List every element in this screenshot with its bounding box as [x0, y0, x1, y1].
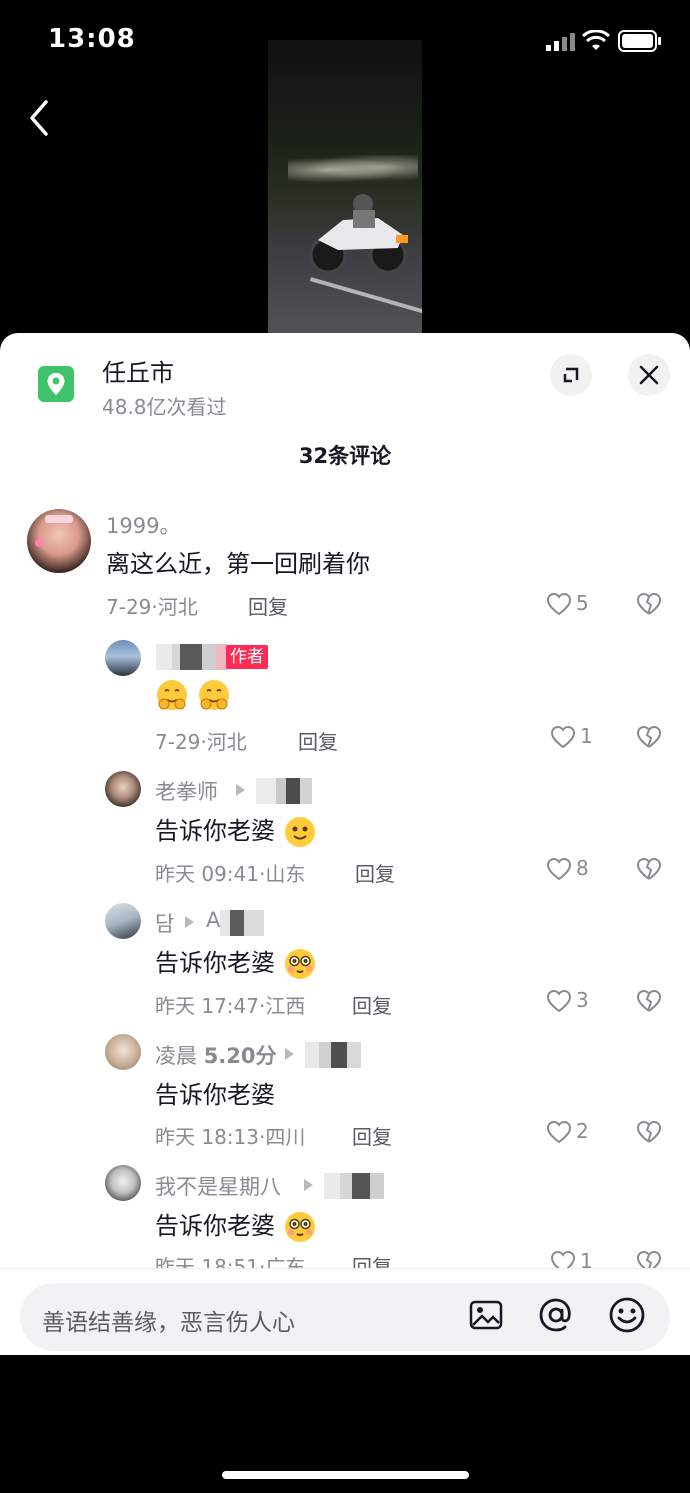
- comment-text-content: 告诉你老婆: [155, 1212, 275, 1240]
- comment-username[interactable]: 我不是星期八: [155, 1171, 281, 1201]
- comment-username[interactable]: 凌晨 5.20分: [155, 1040, 277, 1070]
- like-count: 1: [580, 724, 593, 748]
- close-icon: [639, 365, 659, 385]
- comment-text-content: 告诉你老婆: [155, 817, 275, 845]
- broken-heart-icon[interactable]: [636, 857, 662, 881]
- comment-date: 昨天 18:13·四川: [155, 1125, 306, 1149]
- heart-outline-icon: [550, 725, 576, 749]
- reply-button[interactable]: 回复: [355, 858, 395, 887]
- blurred-username: [220, 910, 264, 936]
- shy-emoji-icon: [198, 680, 229, 710]
- avatar[interactable]: [105, 1165, 141, 1201]
- avatar[interactable]: [105, 771, 141, 807]
- like-count: 2: [576, 1119, 589, 1143]
- expand-icon: [563, 367, 579, 383]
- flushed-emoji-icon: [284, 949, 315, 979]
- username-suffix: 5.20分: [203, 1044, 277, 1068]
- broken-heart-icon[interactable]: [636, 989, 662, 1013]
- like-count: 8: [576, 856, 589, 880]
- heart-outline-icon: [546, 857, 572, 881]
- reply-button[interactable]: 回复: [248, 591, 288, 620]
- comment-input-bar: 善语结善缘，恶言伤人心: [0, 1268, 690, 1355]
- heart-outline-icon: [546, 989, 572, 1013]
- location-views: 48.8亿次看过: [102, 395, 227, 419]
- smile-emoji-icon: [284, 817, 315, 847]
- comment-text[interactable]: 告诉你老婆: [155, 943, 317, 981]
- reply-button[interactable]: 回复: [352, 1121, 392, 1150]
- comment-username[interactable]: 담: [155, 908, 174, 938]
- reply-to-arrow-icon: [185, 916, 194, 928]
- comment-username[interactable]: 老拳师: [155, 776, 218, 806]
- blurred-username: [305, 1042, 361, 1068]
- avatar[interactable]: [105, 903, 141, 939]
- heart-outline-icon: [546, 592, 572, 616]
- blurred-username: [256, 778, 312, 804]
- close-button[interactable]: [628, 354, 670, 396]
- comment-username[interactable]: 1999。: [106, 510, 180, 540]
- home-indicator[interactable]: [222, 1471, 469, 1479]
- comment-text-content: 告诉你老婆: [155, 949, 275, 977]
- comment-date: 昨天 17:47·江西: [155, 994, 306, 1018]
- comment-text[interactable]: 离这么近，第一回刷着你: [106, 544, 370, 579]
- reply-button[interactable]: 回复: [298, 726, 338, 755]
- reply-button[interactable]: 回复: [352, 990, 392, 1019]
- at-icon[interactable]: [537, 1296, 575, 1334]
- blurred-username: [324, 1173, 384, 1199]
- expand-button[interactable]: [550, 354, 592, 396]
- comment-count: 32条评论: [298, 444, 392, 468]
- reply-to-arrow-icon: [285, 1048, 294, 1060]
- heart-outline-icon: [546, 1120, 572, 1144]
- comment-input-placeholder: 善语结善缘，恶言伤人心: [42, 1310, 295, 1336]
- shy-emoji-icon: [157, 680, 187, 710]
- reply-to-arrow-icon: [236, 784, 245, 796]
- motorcycle-image: [309, 194, 408, 274]
- comment-date: 7-29·河北: [155, 730, 247, 754]
- comment-date: 昨天 09:41·山东: [155, 862, 306, 886]
- video-city-lights: [288, 155, 418, 185]
- comment-input[interactable]: 善语结善缘，恶言伤人心: [20, 1283, 670, 1351]
- reply-to-arrow-icon: [304, 1179, 313, 1191]
- image-icon[interactable]: [468, 1297, 504, 1333]
- battery-icon: [618, 30, 661, 52]
- wifi-icon: [582, 30, 610, 50]
- video-thumbnail[interactable]: [268, 40, 422, 333]
- cellular-signal-icon: [546, 33, 575, 51]
- location-name[interactable]: 任丘市: [102, 353, 174, 388]
- flushed-emoji-icon: [284, 1212, 315, 1242]
- back-arrow-icon[interactable]: [24, 98, 58, 138]
- like-count: 5: [576, 591, 589, 615]
- comment-text[interactable]: 告诉你老婆: [155, 811, 317, 849]
- blurred-username: [156, 644, 216, 670]
- comments-sheet: 任丘市 48.8亿次看过 32条评论 1999。 离这么近，第一回刷着你 7-2…: [0, 333, 690, 1355]
- map-pin-icon: [38, 366, 74, 402]
- comment-text[interactable]: 告诉你老婆: [155, 1075, 275, 1110]
- reply-to-initial[interactable]: A: [206, 908, 220, 932]
- avatar[interactable]: [105, 640, 141, 676]
- like-count: 3: [576, 988, 589, 1012]
- broken-heart-icon[interactable]: [636, 592, 662, 616]
- avatar[interactable]: [105, 1034, 141, 1070]
- comment-text[interactable]: 告诉你老婆: [155, 1206, 317, 1244]
- road-marking: [309, 277, 422, 317]
- author-tag: 作者: [226, 645, 268, 669]
- broken-heart-icon[interactable]: [636, 1120, 662, 1144]
- comment-date: 7-29·河北: [106, 595, 198, 619]
- username-prefix: 凌晨: [155, 1044, 197, 1068]
- broken-heart-icon[interactable]: [636, 725, 662, 749]
- emoji-icon[interactable]: [608, 1296, 646, 1334]
- status-time: 13:08: [48, 24, 136, 54]
- comment-emoji: [155, 678, 231, 712]
- avatar[interactable]: [27, 509, 91, 573]
